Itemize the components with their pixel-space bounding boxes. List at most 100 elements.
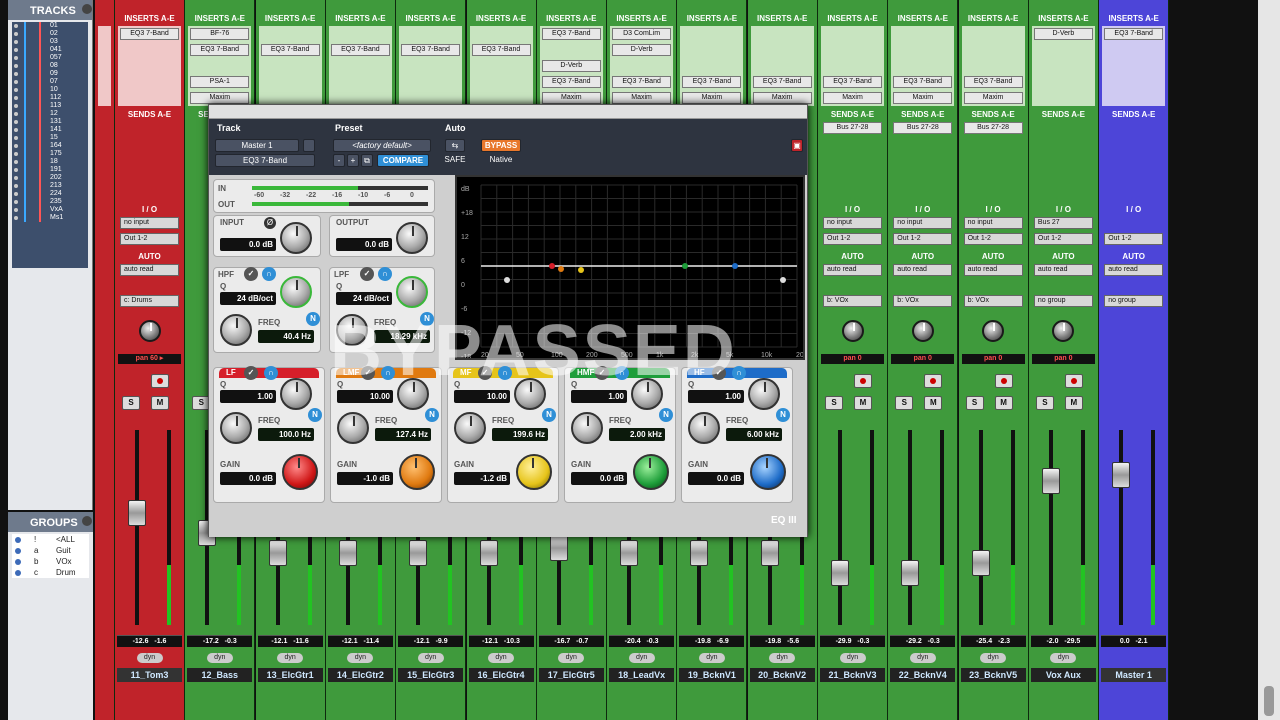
insert-slot[interactable]: Maxim — [963, 92, 1023, 104]
band-notch-icon[interactable]: N — [659, 408, 673, 422]
track-list-item[interactable]: 112 — [12, 94, 88, 102]
output-selector[interactable]: Out 1-2 — [120, 233, 179, 245]
solo-button[interactable]: S — [895, 396, 914, 410]
solo-button[interactable]: S — [965, 396, 984, 410]
record-enable-button[interactable] — [994, 374, 1013, 388]
band-gain-display[interactable]: -1.2 dB — [454, 472, 510, 485]
group-enable-icon[interactable] — [15, 570, 21, 576]
track-list-item[interactable]: 235 — [12, 198, 88, 206]
solo-button[interactable]: S — [122, 396, 140, 410]
safe-button[interactable]: SAFE — [439, 154, 471, 167]
output-selector[interactable]: Out 1-2 — [1033, 233, 1093, 245]
band-q-display[interactable]: 1.00 — [220, 390, 276, 403]
track-name[interactable]: 12_Bass — [187, 668, 253, 682]
eq-band-handle[interactable] — [549, 263, 555, 269]
group-list-item[interactable]: c Drum — [12, 567, 89, 578]
band-freq-knob[interactable] — [688, 412, 720, 444]
track-name[interactable]: 15_ElcGtr3 — [398, 668, 464, 682]
band-freq-display[interactable]: 2.00 kHz — [609, 428, 665, 441]
volume-fader[interactable] — [479, 540, 498, 566]
track-visible-icon[interactable] — [14, 200, 18, 204]
insert-slot[interactable]: PSA-1 — [190, 76, 250, 88]
eq-band-handle[interactable] — [780, 277, 786, 283]
band-gain-display[interactable]: 0.0 dB — [220, 472, 276, 485]
insert-slot[interactable]: EQ3 7-Band — [893, 76, 953, 88]
track-visible-icon[interactable] — [14, 48, 18, 52]
track-visible-icon[interactable] — [14, 88, 18, 92]
band-q-knob[interactable] — [748, 378, 780, 410]
track-visible-icon[interactable] — [14, 216, 18, 220]
track-visible-icon[interactable] — [14, 24, 18, 28]
input-selector[interactable]: no input — [893, 217, 953, 229]
track-name[interactable]: 21_BcknV3 — [820, 668, 885, 682]
track-list-item[interactable]: Ms1 — [12, 214, 88, 222]
track-list-item[interactable]: 175 — [12, 150, 88, 158]
input-gain-knob[interactable] — [280, 222, 312, 254]
volume-display[interactable]: -29.2 -0.3 — [890, 635, 956, 647]
insert-slot[interactable]: D-Verb — [1033, 28, 1093, 40]
track-list-item[interactable]: 224 — [12, 190, 88, 198]
track-visible-icon[interactable] — [14, 168, 18, 172]
automation-mode-selector[interactable]: auto read — [1033, 264, 1093, 276]
phase-invert-icon[interactable]: Ø — [264, 217, 276, 229]
eq-band-handle[interactable] — [682, 263, 688, 269]
volume-fader[interactable] — [338, 540, 357, 566]
band-shape-icon[interactable]: ∩ — [264, 366, 278, 380]
track-selector[interactable]: Master 1 — [215, 139, 299, 152]
band-gain-display[interactable]: 0.0 dB — [688, 472, 744, 485]
band-gain-knob[interactable] — [750, 454, 786, 490]
track-visible-icon[interactable] — [14, 104, 18, 108]
input-selector[interactable]: no input — [823, 217, 882, 229]
track-list-item[interactable]: 09 — [12, 70, 88, 78]
group-enable-icon[interactable] — [15, 548, 21, 554]
hpf-slope-display[interactable]: 24 dB/oct — [220, 292, 276, 305]
pan-display[interactable]: pan 0 — [891, 354, 955, 364]
track-visible-icon[interactable] — [14, 160, 18, 164]
plugin-titlebar[interactable] — [209, 105, 807, 119]
track-visible-icon[interactable] — [14, 184, 18, 188]
band-freq-display[interactable]: 199.6 Hz — [492, 428, 548, 441]
automation-mode-selector[interactable]: auto read — [893, 264, 953, 276]
automation-mode-selector[interactable]: auto read — [963, 264, 1023, 276]
band-notch-icon[interactable]: N — [308, 408, 322, 422]
track-visible-icon[interactable] — [14, 72, 18, 76]
track-list-item[interactable]: 07 — [12, 78, 88, 86]
band-enable-icon[interactable]: ✓ — [244, 366, 258, 380]
insert-slot[interactable]: EQ3 7-Band — [1104, 28, 1164, 40]
preset-copy-icon[interactable]: ⧉ — [361, 154, 373, 167]
band-gain-knob[interactable] — [516, 454, 552, 490]
volume-fader[interactable] — [901, 560, 920, 586]
volume-fader[interactable] — [690, 540, 709, 566]
automation-mode-selector[interactable]: auto read — [1104, 264, 1164, 276]
track-list-item[interactable]: 15 — [12, 134, 88, 142]
hpf-freq-display[interactable]: 40.4 Hz — [258, 330, 314, 343]
band-gain-display[interactable]: 0.0 dB — [571, 472, 627, 485]
insert-slot[interactable]: EQ3 7-Band — [963, 76, 1023, 88]
track-visible-icon[interactable] — [14, 128, 18, 132]
volume-fader[interactable] — [620, 540, 639, 566]
preset-plus-button[interactable]: + — [347, 154, 359, 167]
volume-fader[interactable] — [409, 540, 428, 566]
volume-fader[interactable] — [831, 560, 849, 586]
insert-slot[interactable]: Maxim — [682, 92, 742, 104]
dyn-button[interactable]: dyn — [698, 653, 725, 663]
input-gain-display[interactable]: 0.0 dB — [220, 238, 276, 251]
track-visible-icon[interactable] — [14, 152, 18, 156]
group-selector[interactable]: no group — [1033, 295, 1093, 307]
track-list-item[interactable]: 041 — [12, 46, 88, 54]
track-visible-icon[interactable] — [14, 192, 18, 196]
dyn-button[interactable]: dyn — [417, 653, 444, 663]
volume-fader[interactable] — [268, 540, 287, 566]
insert-slot[interactable]: Maxim — [752, 92, 812, 104]
automation-mode-selector[interactable]: auto read — [823, 264, 882, 276]
scroll-thumb[interactable] — [1264, 686, 1274, 716]
group-selector[interactable]: c: Drums — [120, 295, 179, 307]
track-list-item[interactable]: 03 — [12, 38, 88, 46]
groups-header[interactable]: GROUPS — [8, 512, 93, 532]
dyn-button[interactable]: dyn — [909, 653, 936, 663]
volume-display[interactable]: -12.1 -11.6 — [257, 635, 323, 647]
track-list-item[interactable]: 18 — [12, 158, 88, 166]
group-list-item[interactable]: b VOx — [12, 556, 89, 567]
groups-menu-icon[interactable] — [82, 516, 92, 526]
input-selector[interactable]: no input — [120, 217, 179, 229]
